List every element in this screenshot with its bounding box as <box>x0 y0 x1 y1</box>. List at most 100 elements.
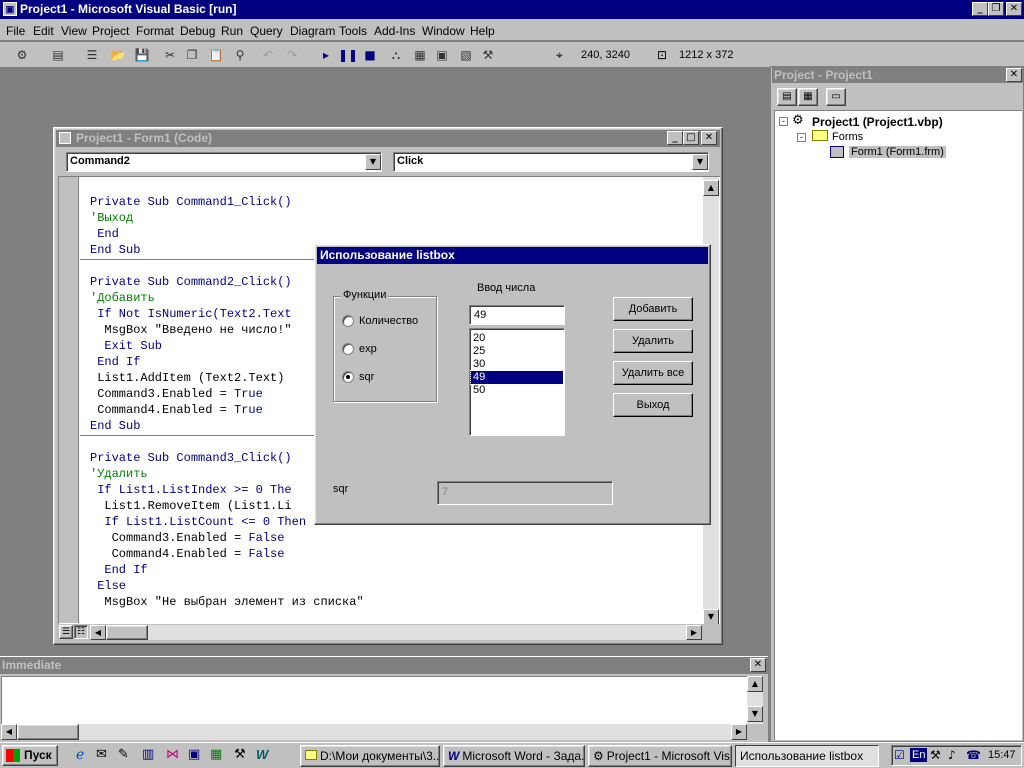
list-item[interactable]: 25 <box>473 345 561 358</box>
tree-collapse-root-icon[interactable]: - <box>779 117 788 126</box>
pencil-icon[interactable]: ✎ <box>118 747 129 762</box>
full-module-view-icon[interactable]: ☷ <box>74 625 88 639</box>
immediate-close-button[interactable]: ✕ <box>750 658 766 672</box>
immediate-scroll-left-icon[interactable]: ◀ <box>1 724 17 740</box>
object-combo-arrow-icon[interactable]: ▼ <box>365 154 381 170</box>
menu-debug[interactable]: Debug <box>180 24 215 38</box>
scroll-right-arrow-icon[interactable]: ▶ <box>686 625 702 640</box>
tree-collapse-forms-icon[interactable]: - <box>797 133 806 142</box>
start-button[interactable]: Пуск <box>2 745 58 766</box>
menu-view[interactable]: View <box>61 24 87 38</box>
start-icon[interactable]: ▸ <box>316 45 336 65</box>
project-explorer-icon[interactable]: ⛬ <box>386 45 406 65</box>
task-listbox-active[interactable]: Использование listbox <box>735 745 879 767</box>
paste-icon[interactable]: 📋 <box>206 45 226 65</box>
menu-format[interactable]: Format <box>136 24 174 38</box>
properties-icon[interactable]: ▦ <box>410 45 430 65</box>
immediate-scroll-up-icon[interactable]: ▲ <box>747 676 763 692</box>
number-input[interactable]: 49 <box>469 305 565 325</box>
task-word[interactable]: W Microsoft Word - Зада... <box>443 745 585 767</box>
open-icon[interactable]: 📂 <box>108 45 128 65</box>
menu-add-ins[interactable]: Add-Ins <box>374 24 415 38</box>
code-minimize-button[interactable]: _ <box>667 131 683 145</box>
view-object-icon[interactable]: ▦ <box>798 88 818 106</box>
break-icon[interactable]: ❚❚ <box>338 45 358 65</box>
bow-icon[interactable]: ⋈ <box>166 747 179 762</box>
radio-exp-label[interactable]: exp <box>359 343 377 355</box>
immediate-scroll-right-icon[interactable]: ▶ <box>731 724 747 740</box>
procedure-combo[interactable]: Click ▼ <box>393 152 709 172</box>
menu-help[interactable]: Help <box>470 24 495 38</box>
grid-icon[interactable]: ▦ <box>210 747 222 762</box>
dialog-title-bar[interactable]: Использование listbox <box>317 247 708 264</box>
immediate-input[interactable] <box>1 676 747 724</box>
menu-file[interactable]: File <box>6 24 25 38</box>
tree-project-root[interactable]: Project1 (Project1.vbp) <box>812 115 943 129</box>
cut-icon[interactable]: ✂ <box>160 45 180 65</box>
task-explorer[interactable]: D:\Мои документы\3... <box>300 745 440 767</box>
procedure-view-icon[interactable]: ☰ <box>59 625 73 639</box>
menu-run[interactable]: Run <box>221 24 243 38</box>
task-vb[interactable]: ⚙ Project1 - Microsoft Vis... <box>588 745 732 767</box>
restore-button[interactable]: ❐ <box>988 2 1004 16</box>
menu-project[interactable]: Project <box>92 24 129 38</box>
volume-icon[interactable]: ♪ <box>948 748 956 762</box>
scroll-down-arrow-icon[interactable]: ▼ <box>703 609 719 625</box>
radio-count[interactable] <box>342 315 354 327</box>
code-close-button[interactable]: ✕ <box>701 131 717 145</box>
add-button[interactable]: Добавить <box>613 297 693 321</box>
radio-count-label[interactable]: Количество <box>359 315 418 327</box>
toggle-folders-icon[interactable]: ▭ <box>826 88 846 106</box>
list-item-selected[interactable]: 49 <box>470 370 564 385</box>
list-item[interactable]: 20 <box>473 332 561 345</box>
menu-window[interactable]: Window <box>422 24 465 38</box>
tree-forms-folder[interactable]: Forms <box>832 131 863 143</box>
book-icon[interactable]: ▥ <box>142 747 154 762</box>
project-explorer-title-bar[interactable]: Project - Project1 ✕ <box>772 67 1024 83</box>
close-button[interactable]: ✕ <box>1006 2 1022 16</box>
exit-button[interactable]: Выход <box>613 393 693 417</box>
menu-diagram[interactable]: Diagram <box>290 24 335 38</box>
code-horizontal-scrollbar[interactable] <box>90 625 702 640</box>
list-item[interactable]: 30 <box>473 358 561 371</box>
word-icon[interactable]: W <box>256 747 268 762</box>
immediate-scroll-thumb[interactable] <box>17 724 79 740</box>
undo-icon[interactable]: ↶ <box>258 45 278 65</box>
minimize-button[interactable]: _ <box>972 2 988 16</box>
toolbox-icon[interactable]: ⚒ <box>478 45 498 65</box>
ie-icon[interactable]: ℯ <box>76 747 84 763</box>
immediate-horizontal-scrollbar[interactable] <box>1 724 747 740</box>
view-code-icon[interactable]: ▤ <box>777 88 797 106</box>
immediate-scroll-down-icon[interactable]: ▼ <box>747 706 763 722</box>
tray-check-icon[interactable]: ☑ <box>894 748 905 762</box>
save-icon[interactable]: 💾 <box>132 45 152 65</box>
procedure-combo-arrow-icon[interactable]: ▼ <box>692 154 708 170</box>
menu-tools[interactable]: Tools <box>339 24 367 38</box>
project-explorer-close-button[interactable]: ✕ <box>1006 68 1022 82</box>
code-window-title-bar[interactable]: Project1 - Form1 (Code) _ □ ✕ <box>56 130 720 147</box>
outlook-icon[interactable]: ✉ <box>96 747 107 762</box>
delete-all-button[interactable]: Удалить все <box>613 361 693 385</box>
form-layout-icon[interactable]: ▣ <box>432 45 452 65</box>
radio-sqr-label[interactable]: sqr <box>359 371 374 383</box>
stop-icon[interactable]: ■ <box>360 45 380 65</box>
menu-query[interactable]: Query <box>250 24 283 38</box>
delete-button[interactable]: Удалить <box>613 329 693 353</box>
main-title-bar[interactable]: ▣ Project1 - Microsoft Visual Basic [run… <box>0 0 1024 19</box>
vb-app-icon[interactable]: ▣ <box>3 2 17 16</box>
menu-editor-icon[interactable]: ☰ <box>82 45 102 65</box>
menu-edit[interactable]: Edit <box>33 24 54 38</box>
disk-icon[interactable]: ▣ <box>188 747 200 762</box>
horizontal-scroll-thumb[interactable] <box>106 625 148 640</box>
tray-tool-icon[interactable]: ⚒ <box>930 748 941 762</box>
redo-icon[interactable]: ↷ <box>282 45 302 65</box>
scroll-up-arrow-icon[interactable]: ▲ <box>703 180 719 196</box>
add-form-icon[interactable]: ▤ <box>48 45 68 65</box>
object-browser-icon[interactable]: ▧ <box>456 45 476 65</box>
result-field[interactable]: 7 <box>437 481 613 505</box>
list-item[interactable]: 50 <box>473 384 561 397</box>
tree-form1[interactable]: Form1 (Form1.frm) <box>849 146 946 158</box>
immediate-title-bar[interactable]: Immediate ✕ <box>0 657 768 674</box>
code-maximize-button[interactable]: □ <box>683 131 699 145</box>
scroll-left-arrow-icon[interactable]: ◀ <box>90 625 106 640</box>
